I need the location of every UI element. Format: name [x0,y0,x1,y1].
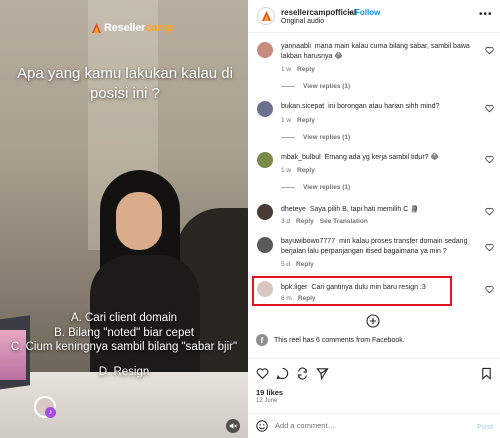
logo-text-main: Reseller [104,22,146,34]
reply-button[interactable]: Reply [296,218,314,225]
repost-icon[interactable] [296,367,309,380]
comment-text: mbak_bulbul Emang ada yg kerja sambil ti… [281,153,471,163]
view-replies-button[interactable]: View replies (1) [281,134,350,141]
view-replies-label: View replies (1) [303,83,351,90]
comment-text: dheteye Saya pilih B, tapi hati memilih … [281,205,471,215]
more-options-icon[interactable]: ••• [479,9,493,20]
comment-time: 1 w [281,167,292,174]
view-replies-label: View replies (1) [303,134,351,141]
comment-avatar[interactable] [257,101,273,117]
post-comment-button[interactable]: Post [477,422,493,431]
music-note-icon: ♪ [45,407,56,418]
emoji-icon[interactable] [256,420,268,432]
action-bar [248,358,500,384]
comment-body: Emang ada yg kerja sambil tidur? 😂 [324,154,439,161]
comment-avatar[interactable] [257,237,273,253]
reel-options: A. Cari client domain B. Bilang "noted" … [8,311,240,379]
like-heart-icon[interactable] [256,367,269,380]
comment-body: Saya pilih B, tapi hati memilih C 🗿 [309,206,419,213]
reply-line [281,86,295,87]
comment-avatar[interactable] [257,152,273,168]
comment-meta: 3 d Reply See Translation [281,218,368,225]
reel-option-a: A. Cari client domain [70,312,178,324]
post-header: resellercampofficial • Follow Original a… [248,0,500,33]
post-date: 12 June [256,398,278,404]
speaker-muted-icon [229,423,237,429]
logo-flame-icon [92,23,101,33]
account-avatar[interactable] [257,7,275,25]
comment-username[interactable]: mbak_bulbul [281,154,321,161]
add-comment-bar: Post [248,413,500,438]
comments-panel: resellercampofficial • Follow Original a… [248,0,500,438]
comment-meta: 1 w Reply [281,167,315,174]
facebook-comments-note: f This reel has 6 comments from Facebook… [256,334,405,346]
reply-button[interactable]: Reply [297,167,315,174]
heart-icon[interactable] [485,104,494,113]
comment-username[interactable]: dheteye [281,206,306,213]
comment-time: 3 d [281,218,291,225]
reel-question: Apa yang kamu lakukan kalau di posisi in… [17,65,233,102]
reel-option-d: D. Resign [98,365,150,378]
comment-username[interactable]: bukan.sicepat [281,103,324,110]
logo-text-accent: camp [145,22,174,34]
video-person-face [116,192,162,250]
heart-icon[interactable] [485,207,494,216]
facebook-icon: f [256,334,268,346]
comment-username[interactable]: yannaabli [281,43,311,50]
heart-icon[interactable] [485,155,494,164]
heart-icon[interactable] [485,46,494,55]
share-icon[interactable] [316,367,329,380]
reply-button[interactable]: Reply [297,117,315,124]
comment-username[interactable]: bayuwibowo7777 [281,238,335,245]
comment-meta: 1 w Reply [281,117,315,124]
view-replies-button[interactable]: View replies (1) [281,83,350,90]
reply-button[interactable]: Reply [296,261,314,268]
reply-button[interactable]: Reply [297,66,315,73]
comment-time: 5 d [281,261,291,268]
comment-meta: 1 w Reply [281,66,315,73]
comment-avatar[interactable] [257,42,273,58]
view-replies-button[interactable]: View replies (1) [281,184,350,191]
logo-flame-icon [261,11,271,21]
comment-text: bayuwibowo7777 min kalau proses transfer… [281,237,471,257]
comment-highlight-box [252,276,452,306]
heart-icon[interactable] [485,243,494,252]
reply-line [281,187,295,188]
account-username[interactable]: resellercampofficial [281,8,356,17]
facebook-note-text: This reel has 6 comments from Facebook. [274,336,405,344]
reel-option-c: C. Cium keningnya sambil bilang "sabar b… [10,341,238,353]
view-replies-label: View replies (1) [303,184,351,191]
audio-label[interactable]: Original audio [281,18,324,25]
mute-button[interactable] [226,419,240,433]
comment-text: yannaabli mana main kalau cuma bilang sa… [281,42,471,62]
reel-option-b: B. Bilang "noted" biar cepet [54,326,194,339]
reseller-camp-logo: Resellercamp [92,22,173,34]
likes-count[interactable]: 19 likes [256,388,283,397]
instagram-reel-view: Resellercamp Apa yang kamu lakukan kalau… [0,0,500,438]
add-comment-input[interactable] [275,421,455,430]
load-more-comments-icon[interactable] [366,314,380,328]
see-translation-button[interactable]: See Translation [320,218,368,225]
comment-time: 1 w [281,66,292,73]
comment-body: ini borongan atau harian sihh mind? [328,103,440,110]
comment-meta: 5 d Reply [281,261,314,268]
logo-text: Resellercamp [104,22,173,34]
comment-bubble-icon[interactable] [276,367,289,380]
comment-time: 1 w [281,117,292,124]
reel-video[interactable]: Resellercamp Apa yang kamu lakukan kalau… [0,0,248,438]
follow-button[interactable]: Follow [355,8,380,17]
reply-line [281,137,295,138]
heart-icon[interactable] [485,285,494,294]
header-separator: • [349,8,352,17]
comment-avatar[interactable] [257,204,273,220]
save-bookmark-icon[interactable] [480,367,493,380]
comment-text: bukan.sicepat ini borongan atau harian s… [281,102,471,112]
